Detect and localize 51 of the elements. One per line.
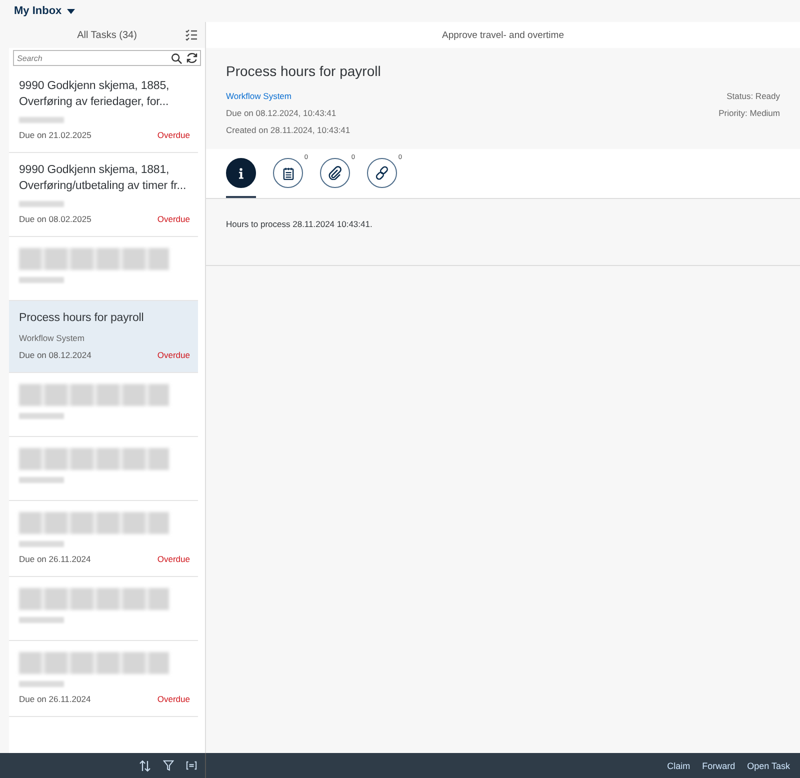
status-text: Overdue <box>157 214 190 224</box>
paperclip-icon <box>328 166 342 180</box>
action-button[interactable]: Claim <box>663 758 694 772</box>
created-date: Created on 28.11.2024, 10:43:41 <box>226 125 350 135</box>
link-icon <box>375 166 389 180</box>
redacted-text <box>19 413 64 419</box>
due-date: Due on 08.12.2024, 10:43:41 <box>226 108 338 118</box>
creator-link[interactable]: Workflow System <box>226 91 350 101</box>
due-date: Due on 08.02.2025 <box>19 214 92 224</box>
redacted-text <box>19 277 64 283</box>
task-title: Process hours for payroll <box>19 311 145 326</box>
search-field[interactable]: Search <box>13 50 201 66</box>
multi-select-icon[interactable] <box>185 29 197 41</box>
caret-icon <box>66 8 75 14</box>
task-title: 9990 Godkjenn skjema, 1881, Overføring/utbetaling av timer fr... <box>19 163 188 194</box>
redacted-text <box>19 117 64 123</box>
redacted-text <box>19 617 64 623</box>
due-date: Due on 21.02.2025 <box>19 130 92 140</box>
notepad-icon <box>282 166 294 180</box>
due-date: Due on 26.11.2024 <box>19 554 91 564</box>
redacted-text <box>19 201 64 207</box>
task-list-item[interactable]: Due on 26.11.2024 Overdue <box>9 501 198 577</box>
task-title: Process hours for payroll <box>226 63 382 79</box>
action-button[interactable]: Forward <box>698 758 740 772</box>
task-list-item[interactable]: 9990 Godkjenn skjema, 1881, Overføring/utbetaling av timer fr... Due on 08.02.2025 Overdue <box>9 153 198 237</box>
info-icon <box>237 166 245 180</box>
task-group-title: Approve travel- and overtime <box>206 22 800 48</box>
search-icon[interactable] <box>171 52 182 64</box>
list-title: All Tasks (34) <box>77 30 137 40</box>
task-list-item[interactable]: Process hours for payroll Workflow System Due on 08.12.2024 Overdue <box>9 301 198 373</box>
status-text: Overdue <box>157 130 190 140</box>
redacted-text <box>19 541 64 547</box>
group-icon[interactable] <box>186 760 197 771</box>
sort-icon[interactable] <box>139 760 151 772</box>
priority-text: Priority: Medium <box>718 108 780 118</box>
status-text: Overdue <box>157 554 190 564</box>
redacted-text <box>19 477 64 483</box>
inbox-menu-button[interactable]: My Inbox <box>12 5 77 17</box>
status-text: Overdue <box>157 694 190 704</box>
action-button[interactable]: Open Task <box>743 758 794 772</box>
task-list-item[interactable]: 9990 Godkjenn skjema, 1885, Overføring av feriedager, for... Due on 21.02.2025 Overdue <box>9 69 198 153</box>
refresh-icon[interactable] <box>186 52 198 64</box>
task-title: 9990 Godkjenn skjema, 1885, Overføring av feriedager, for... <box>19 79 170 110</box>
status-text: Status: Ready <box>726 91 780 101</box>
due-date: Due on 08.12.2024 <box>19 350 92 360</box>
task-list-item[interactable]: Due on 26.11.2024 Overdue <box>9 641 198 717</box>
redacted-text <box>19 681 64 687</box>
filter-icon[interactable] <box>163 760 174 771</box>
status-text: Overdue <box>157 350 190 360</box>
due-date: Due on 26.11.2024 <box>19 694 91 704</box>
task-creator: Workflow System <box>19 333 86 343</box>
